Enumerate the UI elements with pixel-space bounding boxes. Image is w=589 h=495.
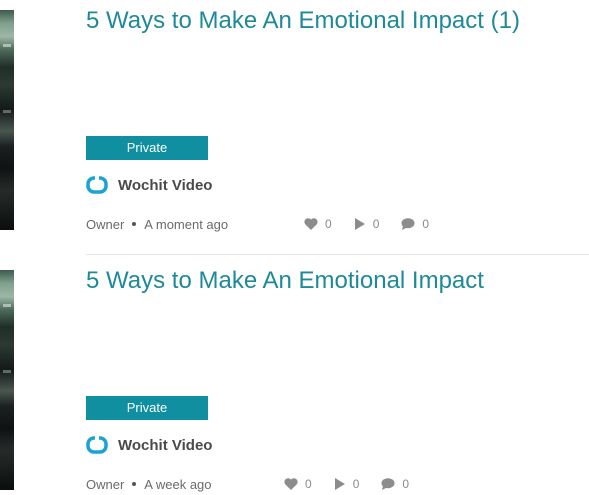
privacy-badge: Private [86, 396, 208, 420]
video-list-item[interactable]: 5 Ways to Make An Emotional Impact Priva… [0, 267, 589, 495]
thumbnail-highlight [3, 370, 11, 373]
plays-stat[interactable]: 0 [334, 477, 360, 491]
video-meta: Owner A week ago [86, 474, 212, 494]
video-stats: 0 0 0 [304, 214, 451, 234]
likes-stat[interactable]: 0 [304, 217, 332, 231]
list-divider [86, 254, 589, 255]
separator-dot [132, 222, 137, 226]
timestamp: A moment ago [144, 216, 229, 232]
wochit-logo-icon [86, 436, 108, 454]
plays-count: 0 [372, 217, 380, 231]
privacy-badge: Private [86, 136, 208, 160]
play-icon [354, 218, 365, 230]
video-thumbnail[interactable] [0, 10, 14, 230]
comments-stat[interactable]: 0 [381, 477, 409, 491]
play-icon [334, 478, 345, 490]
likes-stat[interactable]: 0 [284, 477, 312, 491]
plays-stat[interactable]: 0 [354, 217, 380, 231]
plays-count: 0 [352, 477, 360, 491]
comments-stat[interactable]: 0 [401, 217, 429, 231]
comment-icon [401, 218, 415, 230]
thumbnail-highlight [3, 44, 11, 47]
video-stats: 0 0 0 [284, 474, 431, 494]
separator-dot [132, 482, 137, 486]
owner-role: Owner [86, 476, 125, 492]
comments-count: 0 [402, 477, 410, 491]
video-title[interactable]: 5 Ways to Make An Emotional Impact [86, 264, 484, 298]
likes-count: 0 [305, 477, 312, 491]
comments-count: 0 [422, 217, 430, 231]
author-link[interactable]: Wochit Video [86, 174, 212, 196]
thumbnail-highlight [3, 110, 11, 113]
heart-icon [304, 218, 318, 230]
wochit-logo-icon [86, 176, 108, 194]
thumbnail-highlight [3, 304, 11, 307]
video-thumbnail[interactable] [0, 270, 14, 490]
likes-count: 0 [325, 217, 332, 231]
video-list-item[interactable]: 5 Ways to Make An Emotional Impact (1) P… [0, 7, 589, 240]
video-title[interactable]: 5 Ways to Make An Emotional Impact (1) [86, 4, 520, 38]
timestamp: A week ago [144, 476, 212, 492]
author-name: Wochit Video [118, 436, 213, 454]
author-name: Wochit Video [118, 176, 213, 194]
video-meta: Owner A moment ago [86, 214, 228, 234]
author-link[interactable]: Wochit Video [86, 434, 212, 456]
comment-icon [381, 478, 395, 490]
owner-role: Owner [86, 216, 125, 232]
heart-icon [284, 478, 298, 490]
